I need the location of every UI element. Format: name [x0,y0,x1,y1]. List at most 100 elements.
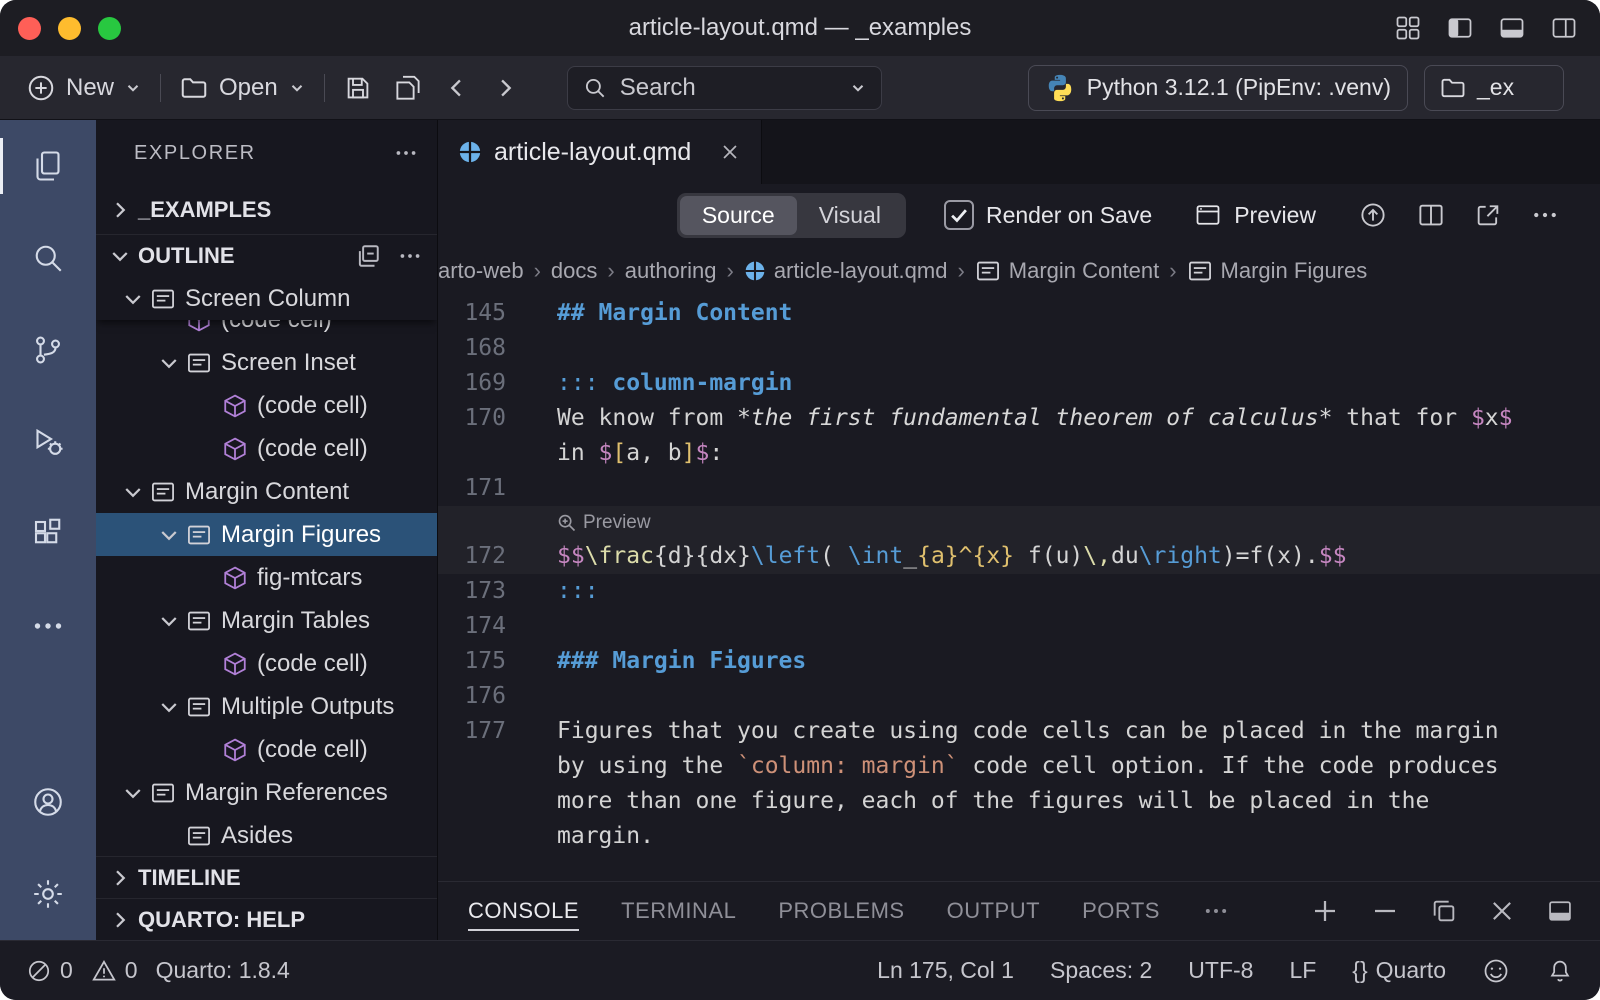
outline-item[interactable]: Multiple Outputs [96,685,437,728]
code-line[interactable]: 145## Margin Content [438,296,1600,331]
outline-item[interactable]: Margin Figures [96,513,437,556]
ellipsis-icon[interactable] [397,243,423,269]
activity-more-button[interactable] [0,580,96,672]
breadcrumb-item[interactable]: Margin Content [975,258,1159,284]
render-on-save-checkbox[interactable]: Render on Save [944,200,1152,230]
outline-item[interactable]: (code cell) [96,427,437,470]
open-button[interactable]: Open [169,66,316,110]
workspace-root-row[interactable]: _EXAMPLES [96,186,437,234]
chevron-down-icon [849,79,867,97]
customize-layout-icon[interactable] [1394,14,1422,42]
breadcrumb-item[interactable]: docs [551,258,597,284]
eol-status[interactable]: LF [1289,957,1316,984]
outline-header[interactable]: OUTLINE [96,234,437,277]
python-logo-icon [1045,73,1075,103]
outline-item[interactable]: (code cell) [96,642,437,685]
outline-item[interactable]: (code cell) [96,384,437,427]
breadcrumb-item[interactable]: arto-web [438,258,524,284]
collapse-all-icon[interactable] [355,243,381,269]
code-line[interactable]: 169::: column-margin [438,366,1600,401]
activity-run-debug-button[interactable] [0,396,96,488]
outline-item[interactable]: (code cell) [96,728,437,771]
session-folder-selector[interactable]: _ex [1424,65,1564,111]
code-line[interactable]: 170We know from *the first fundamental t… [438,401,1600,471]
panel-tab-terminal[interactable]: TERMINAL [621,882,736,940]
open-external-icon[interactable] [1474,201,1502,229]
new-button[interactable]: New [16,66,152,110]
interpreter-selector[interactable]: Python 3.12.1 (PipEnv: .venv) [1028,65,1408,111]
activity-explorer-button[interactable] [0,120,96,212]
duplicate-icon[interactable] [1430,897,1458,925]
panel-layout-icon[interactable] [1546,897,1574,925]
activity-settings-button[interactable] [0,848,96,940]
more-actions-icon[interactable] [1530,200,1560,230]
split-editor-icon[interactable] [1416,200,1446,230]
outline-item[interactable]: Asides [96,814,437,856]
problems-status[interactable]: 0 0 [26,957,138,984]
new-console-icon[interactable] [1310,896,1340,926]
code-line[interactable]: 172$$\frac{d}{dx}\left( \int_{a}^{x} f(u… [438,539,1600,574]
notifications-bell-icon[interactable] [1546,957,1574,985]
save-all-button[interactable] [383,66,433,110]
zoom-window-button[interactable] [98,17,121,40]
outline-item[interactable]: Margin References [96,771,437,814]
toggle-sidebar-icon[interactable] [1446,14,1474,42]
panel-tab-console[interactable]: CONSOLE [468,882,579,940]
panel-tab-bar: CONSOLE TERMINAL PROBLEMS OUTPUT PORTS [438,881,1600,940]
code-editor[interactable]: 145## Margin Content168169::: column-mar… [438,296,1600,881]
code-line[interactable]: 175### Margin Figures [438,644,1600,679]
code-line[interactable]: 173::: [438,574,1600,609]
close-window-button[interactable] [18,17,41,40]
search-input[interactable]: Search [567,66,882,110]
encoding-status[interactable]: UTF-8 [1188,957,1253,984]
toggle-secondary-sidebar-icon[interactable] [1550,14,1578,42]
navigate-back-button[interactable] [433,66,481,110]
outline-item[interactable]: Margin Tables [96,599,437,642]
language-mode-status[interactable]: {} Quarto [1352,957,1446,984]
minimize-window-button[interactable] [58,17,81,40]
quarto-help-header[interactable]: QUARTO: HELP [96,898,437,940]
cursor-position-status[interactable]: Ln 175, Col 1 [877,957,1014,984]
activity-account-button[interactable] [0,756,96,848]
breadcrumb-item[interactable]: Margin Figures [1187,258,1368,284]
explorer-header[interactable]: EXPLORER [96,120,437,186]
toggle-panel-icon[interactable] [1498,14,1526,42]
outline-item[interactable]: Screen Column [96,277,437,320]
section-icon [184,350,214,376]
mode-source-button[interactable]: Source [680,196,797,235]
code-line[interactable]: 171 [438,471,1600,506]
feedback-smiley-icon[interactable] [1482,957,1510,985]
code-line[interactable]: 177Figures that you create using code ce… [438,714,1600,854]
outline-item[interactable]: Margin Content [96,470,437,513]
code-line[interactable]: 174 [438,609,1600,644]
editor-tab[interactable]: article-layout.qmd [438,120,762,184]
activity-search-button[interactable] [0,212,96,304]
navigate-forward-button[interactable] [481,66,529,110]
breadcrumb-item[interactable]: article-layout.qmd [744,258,948,284]
preview-button[interactable]: Preview [1194,201,1316,229]
panel-tab-ports[interactable]: PORTS [1082,882,1160,940]
line-number: 172 [438,539,506,574]
panel-tab-output[interactable]: OUTPUT [947,882,1040,940]
panel-tab-problems[interactable]: PROBLEMS [778,882,904,940]
code-line[interactable]: 176 [438,679,1600,714]
breadcrumb-separator: › [1169,258,1176,284]
code-line[interactable]: 168 [438,331,1600,366]
preview-code-lens[interactable]: Preview [438,506,1600,539]
save-button[interactable] [333,66,383,110]
close-tab-icon[interactable] [719,141,741,163]
ellipsis-icon[interactable] [393,140,419,166]
activity-source-control-button[interactable] [0,304,96,396]
panel-more-icon[interactable] [1202,882,1230,940]
outline-item[interactable]: fig-mtcars [96,556,437,599]
timeline-header[interactable]: TIMELINE [96,856,437,898]
publish-icon[interactable] [1358,200,1388,230]
activity-extensions-button[interactable] [0,488,96,580]
outline-item[interactable]: Screen Inset [96,341,437,384]
minimize-panel-icon[interactable] [1370,896,1400,926]
mode-visual-button[interactable]: Visual [797,196,903,235]
indentation-status[interactable]: Spaces: 2 [1050,957,1152,984]
outline-item[interactable]: (code cell) [96,320,437,341]
breadcrumb-item[interactable]: authoring [625,258,717,284]
close-panel-icon[interactable] [1488,897,1516,925]
